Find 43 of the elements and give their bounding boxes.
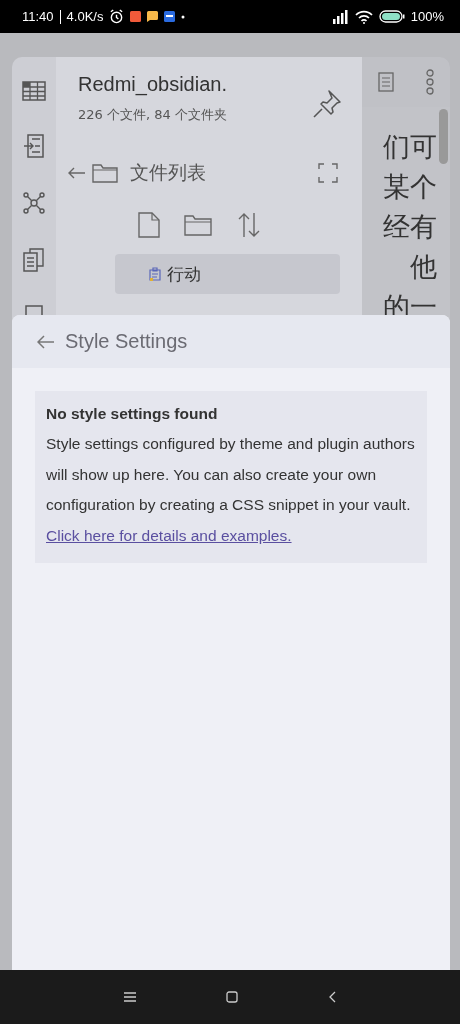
alarm-icon <box>109 9 125 24</box>
tree-item[interactable]: 行动 <box>115 254 340 294</box>
message-icon <box>147 11 159 22</box>
clock-time: 11:40 <box>22 9 54 24</box>
notice-heading: No style settings found <box>46 405 219 423</box>
new-folder-icon[interactable] <box>184 214 212 236</box>
notice-text: Style settings configured by theme and plugin authors will show up here. You can also create your own configuration by creating a CSS snippet in your vault. Click here for details and examples. <box>46 434 415 546</box>
back-arrow-icon[interactable] <box>68 167 86 179</box>
graph-icon[interactable] <box>22 191 46 215</box>
tree-item-label: 行动 <box>167 262 201 286</box>
back-arrow-icon[interactable] <box>37 334 55 349</box>
network-speed: 4.0K/s <box>66 9 104 24</box>
details-link[interactable]: Click here for details and examples. <box>46 526 292 544</box>
import-document-icon[interactable] <box>23 134 45 158</box>
pin-icon[interactable] <box>312 89 342 119</box>
back-icon[interactable] <box>328 991 336 1003</box>
reading-view-icon[interactable] <box>377 72 394 92</box>
signal-icon <box>330 9 349 24</box>
note-icon <box>149 267 161 281</box>
vault-name: Redmi_obsidian. <box>77 73 227 96</box>
app-notification-icon <box>130 11 142 22</box>
app-notification-icon <box>164 11 176 22</box>
battery-level: 100% <box>410 9 444 24</box>
battery-icon <box>378 10 405 23</box>
more-options-icon[interactable] <box>424 69 435 95</box>
vault-stats: 226 个文件, 84 个文件夹 <box>77 106 227 124</box>
scrollbar <box>439 109 448 164</box>
new-file-icon[interactable] <box>138 212 160 238</box>
menu-icon[interactable] <box>124 992 136 1002</box>
home-icon[interactable] <box>226 991 238 1003</box>
sort-icon[interactable] <box>236 212 262 238</box>
folder-title: 文件列表 <box>130 160 206 185</box>
note-text-line: 经有 <box>383 210 437 244</box>
dot-icon <box>181 14 186 19</box>
sheet-title: Style Settings <box>65 330 188 353</box>
folder-icon <box>92 163 118 183</box>
note-text-line: 某个 <box>383 170 437 204</box>
wifi-icon <box>354 9 373 24</box>
note-text-line: 他 <box>410 250 437 284</box>
table-icon[interactable] <box>22 81 46 101</box>
expand-icon[interactable] <box>318 163 338 183</box>
copy-document-icon[interactable] <box>23 248 45 272</box>
note-text-line: 们可 <box>383 130 437 164</box>
